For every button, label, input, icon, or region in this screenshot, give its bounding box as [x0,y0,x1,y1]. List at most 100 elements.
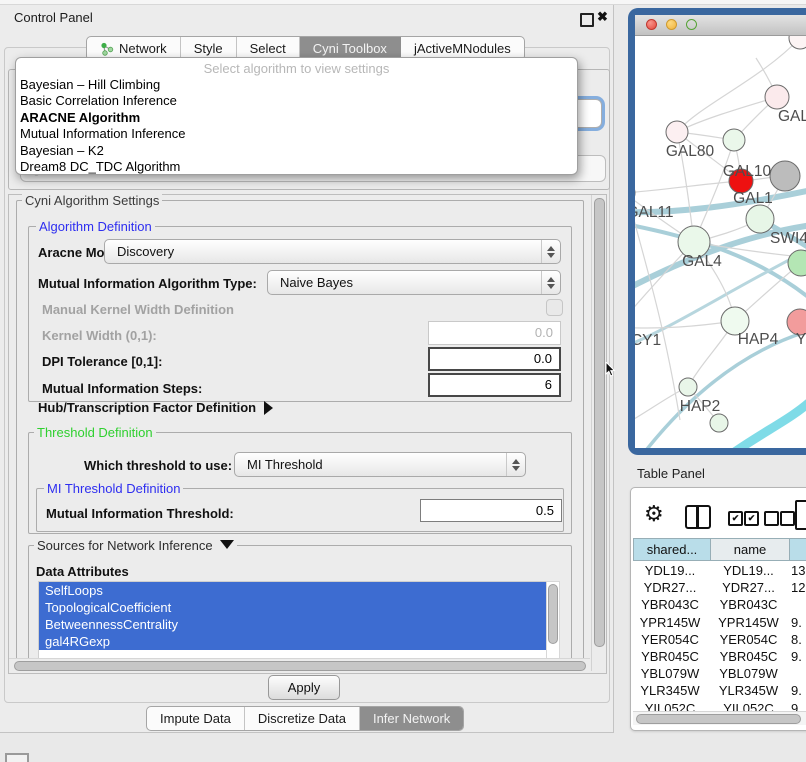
table-row[interactable]: YBR043CYBR043C [631,596,806,613]
mi-steps-label: Mutual Information Steps: [42,381,202,396]
network-icon [100,42,114,56]
minimized-panel-icon[interactable] [5,753,29,762]
hub-section-toggle[interactable]: Hub/Transcription Factor Definition [38,400,273,415]
node-label: GAL80 [666,143,715,160]
mi-threshold-field[interactable]: 0.5 [420,499,562,522]
dpi-tolerance-label: DPI Tolerance [0,1]: [42,354,162,369]
network-labels: GALGAL80GAL10GAL1GAL11SWI4GAL4GCY1HAP4YH… [635,108,806,415]
combo-arrows-icon [541,240,560,263]
sources-group-title: Sources for Network Inference [37,538,213,553]
column-header-partial[interactable] [789,538,806,561]
node-label: GAL4 [682,253,722,270]
table-row[interactable]: YDR27...YDR27...12 [631,579,806,596]
float-panel-icon[interactable] [580,13,594,27]
manual-kernel-checkbox[interactable] [546,299,563,316]
mi-type-combo[interactable]: Naive Bayes [267,270,561,295]
tab-label: Infer Network [373,711,450,726]
tab-infer-network[interactable]: Infer Network [360,707,463,730]
collapse-down-icon [220,540,234,549]
zoom-window-icon[interactable] [686,19,697,30]
node-label: SWI4 [770,230,806,247]
table-row[interactable]: YLR345WYLR345W9. [631,682,806,699]
mi-steps-field[interactable]: 6 [428,373,561,397]
column-header-name[interactable]: name [710,538,790,561]
control-panel-title: Control Panel [14,10,93,25]
network-node[interactable] [770,161,800,191]
network-node[interactable] [765,85,789,109]
combo-arrows-icon [506,453,525,476]
screen: Control Panel ✖ Network Style Select Cyn… [0,0,806,762]
table-mode-icon[interactable]: ⚙ [644,501,664,527]
sources-group-toggle[interactable]: Sources for Network Inference [34,538,237,553]
aracne-mode-combo[interactable]: Discovery [104,239,561,264]
cyni-bottom-tabs: Impute Data Discretize Data Infer Networ… [146,706,464,731]
tab-label: Network [119,41,167,56]
tab-impute-data[interactable]: Impute Data [147,707,245,730]
table-horizontal-scrollbar[interactable] [633,711,806,725]
node-label: HAP2 [680,398,721,415]
tab-discretize-data[interactable]: Discretize Data [245,707,360,730]
attributes-scrollbar[interactable] [546,581,560,659]
table-row[interactable]: YER054CYER054C8. [631,631,806,648]
threshold-definition-title: Threshold Definition [34,425,156,440]
table-body: YDL19...YDL19...13YDR27...YDR27...12YBR0… [631,562,806,717]
node-label: GAL1 [733,190,773,207]
hub-section-label: Hub/Transcription Factor Definition [38,400,256,415]
table-row[interactable]: YBR045CYBR045C9. [631,648,806,665]
select-all-columns-icon-2[interactable]: ✔ [744,511,759,526]
settings-vertical-scrollbar[interactable] [591,195,606,671]
tab-label: jActiveMNodules [414,41,511,56]
algorithm-option[interactable]: Basic Correlation Inference [16,93,577,109]
manual-kernel-label: Manual Kernel Width Definition [42,302,234,317]
show-columns-icon[interactable] [685,505,711,529]
network-node[interactable] [666,121,688,143]
node-label: HAP4 [738,331,779,348]
algorithm-definition-title: Algorithm Definition [36,219,155,234]
combo-arrows-icon [541,271,560,294]
which-threshold-value: MI Threshold [235,457,506,472]
algorithm-option[interactable]: Bayesian – K2 [16,143,577,159]
dropdown-prompt: Select algorithm to view settings [16,60,577,77]
data-attribute-item[interactable]: gal4RGexp [39,633,547,650]
tab-label: Discretize Data [258,711,346,726]
export-table-icon[interactable] [795,500,806,530]
data-attributes-label: Data Attributes [36,564,129,579]
algorithm-dropdown-list: Bayesian – Hill ClimbingBasic Correlatio… [16,77,577,175]
dpi-tolerance-field[interactable]: 0.0 [428,347,561,371]
network-canvas: GALGAL80GAL10GAL1GAL11SWI4GAL4GCY1HAP4YH… [635,36,806,448]
kernel-width-label: Kernel Width (0,1): [42,328,157,343]
network-node[interactable] [710,414,728,432]
settings-horizontal-scrollbar[interactable] [9,658,590,672]
clear-columns-icon-2[interactable] [780,511,795,526]
data-attribute-item[interactable]: TopologicalCoefficient [39,599,547,616]
network-window-titlebar[interactable] [635,15,806,36]
algorithm-option[interactable]: ARACNE Algorithm [16,110,577,126]
tab-label: Cyni Toolbox [313,41,387,56]
tab-label: Style [194,41,223,56]
network-node[interactable] [679,378,697,396]
close-panel-icon[interactable]: ✖ [597,9,608,25]
node-label: GAL10 [723,163,772,180]
node-label: Y [796,331,806,348]
kernel-width-field[interactable]: 0.0 [428,321,561,345]
table-row[interactable]: YBL079WYBL079W [631,665,806,682]
data-attribute-item[interactable]: SelfLoops [39,582,547,599]
apply-button[interactable]: Apply [268,675,340,700]
network-node[interactable] [746,205,774,233]
data-attribute-item[interactable]: BetweennessCentrality [39,616,547,633]
minimize-window-icon[interactable] [666,19,677,30]
algorithm-option[interactable]: Dream8 DC_TDC Algorithm [16,159,577,175]
close-window-icon[interactable] [646,19,657,30]
algorithm-option[interactable]: Bayesian – Hill Climbing [16,77,577,93]
expand-right-icon [264,401,273,415]
network-view[interactable]: GALGAL80GAL10GAL1GAL11SWI4GAL4GCY1HAP4YH… [635,36,806,448]
network-node[interactable] [723,129,745,151]
table-row[interactable]: YDL19...YDL19...13 [631,562,806,579]
column-header-shared-name[interactable]: shared... [633,538,711,561]
select-all-columns-icon[interactable]: ✔ [728,511,743,526]
clear-columns-icon[interactable] [764,511,779,526]
table-row[interactable]: YPR145WYPR145W9. [631,614,806,631]
which-threshold-combo[interactable]: MI Threshold [234,452,526,477]
mi-threshold-group-title: MI Threshold Definition [44,481,183,496]
algorithm-option[interactable]: Mutual Information Inference [16,126,577,142]
